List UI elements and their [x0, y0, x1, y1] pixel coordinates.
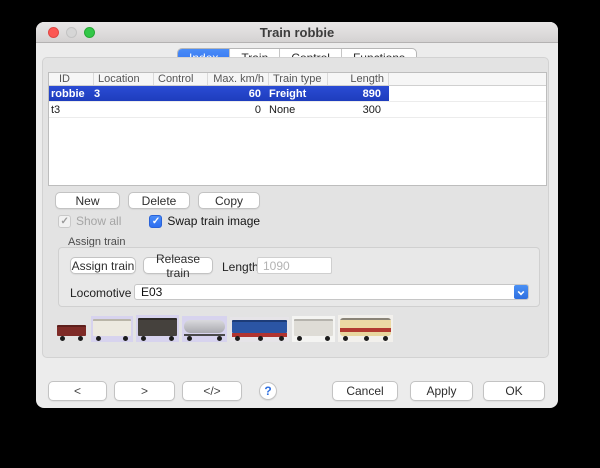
column-header-control[interactable]: Control [154, 73, 208, 85]
cell-id: t3 [49, 102, 94, 117]
wagon-silver-tank-car [182, 316, 227, 342]
locomotive-selected-value: E03 [135, 285, 514, 299]
row-selection-band: robbie 3 60 Freight 890 [49, 86, 389, 101]
window-title: Train robbie [36, 22, 558, 43]
cell-train-type: None [269, 102, 328, 117]
locomotive-label: Locomotive [70, 286, 131, 300]
help-button[interactable]: ? [259, 382, 277, 400]
column-header-filler [389, 73, 546, 85]
cell-location: 3 [94, 86, 154, 101]
titlebar[interactable]: Train robbie [36, 22, 558, 43]
apply-button[interactable]: Apply [410, 381, 473, 401]
wagon-electric-locomotive-e03 [338, 315, 393, 342]
wagon-white-refrigerator-car-2 [292, 316, 335, 342]
close-button[interactable] [48, 27, 59, 38]
prev-button[interactable]: < [48, 381, 107, 401]
swap-train-image-label: Swap train image [167, 214, 260, 228]
desktop-background: { "window": { "title": "Train robbie" },… [0, 0, 600, 468]
options-row: Show all Swap train image [58, 214, 260, 228]
minimize-button[interactable] [66, 27, 77, 38]
zoom-button[interactable] [84, 27, 95, 38]
new-button[interactable]: New [55, 192, 120, 209]
column-header-train-type[interactable]: Train type [269, 73, 328, 85]
cell-id: robbie [49, 86, 94, 101]
cell-location [94, 102, 154, 117]
column-header-location[interactable]: Location [94, 73, 154, 85]
delete-button[interactable]: Delete [128, 192, 190, 209]
chevron-down-icon [517, 289, 524, 296]
wagon-maroon-boxcar [55, 322, 88, 342]
dropdown-arrow-button[interactable] [514, 285, 528, 299]
cell-length: 300 [328, 102, 389, 117]
release-train-button[interactable]: Release train [143, 257, 213, 274]
next-button[interactable]: > [114, 381, 175, 401]
train-list-table: ID Location Control Max. km/h Train type… [48, 72, 547, 186]
table-header-row: ID Location Control Max. km/h Train type… [49, 73, 546, 86]
copy-button[interactable]: Copy [198, 192, 260, 209]
wagon-white-refrigerator-car [91, 316, 133, 342]
table-row-robbie[interactable]: robbie 3 60 Freight 890 [49, 86, 546, 102]
cell-length: 890 [328, 86, 389, 101]
train-image-preview [55, 310, 393, 342]
column-header-length[interactable]: Length [328, 73, 389, 85]
wagon-dark-boxcar [136, 315, 179, 342]
train-dialog-window: Train robbie Index Train Control Functio… [36, 22, 558, 408]
cell-max-kmh: 60 [208, 86, 269, 101]
show-all-label: Show all [76, 214, 121, 228]
cell-control [154, 86, 208, 101]
row-band: t3 0 None 300 [49, 102, 389, 117]
swap-train-image-checkbox[interactable] [149, 215, 162, 228]
cell-train-type: Freight [269, 86, 328, 101]
length-input[interactable] [257, 257, 332, 274]
cancel-button[interactable]: Cancel [332, 381, 398, 401]
code-view-button[interactable]: </> [182, 381, 242, 401]
column-header-max-kmh[interactable]: Max. km/h [208, 73, 269, 85]
ok-button[interactable]: OK [483, 381, 545, 401]
wagon-blue-container-flatcar [230, 317, 289, 342]
cell-control [154, 102, 208, 117]
show-all-checkbox[interactable] [58, 215, 71, 228]
locomotive-dropdown[interactable]: E03 [134, 284, 529, 300]
length-label: Length [222, 260, 259, 274]
table-row-t3[interactable]: t3 0 None 300 [49, 102, 546, 118]
column-header-id[interactable]: ID [49, 73, 94, 85]
assign-train-button[interactable]: Assign train [70, 257, 136, 274]
cell-max-kmh: 0 [208, 102, 269, 117]
